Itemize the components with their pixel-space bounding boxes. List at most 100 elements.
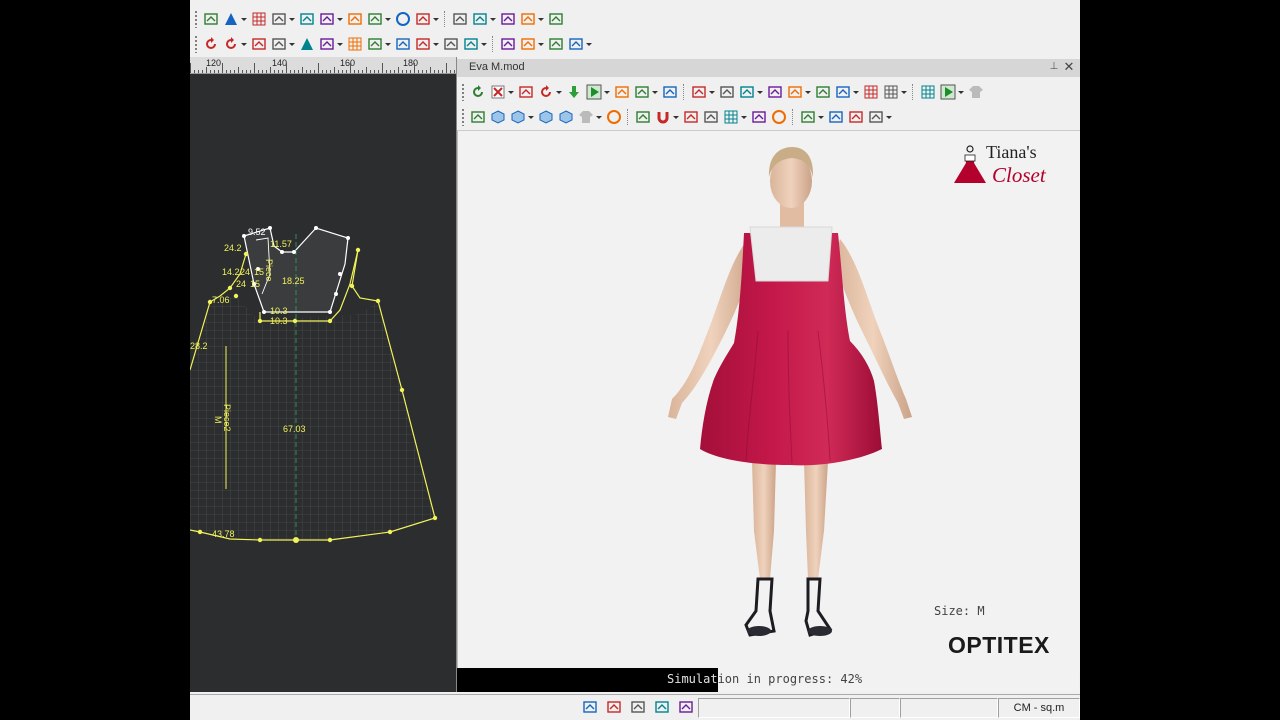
dart-icon[interactable]	[318, 10, 336, 28]
fabric-icon[interactable]	[766, 83, 784, 101]
dropdown-arrow-icon[interactable]	[604, 83, 609, 101]
dropdown-arrow-icon[interactable]	[538, 10, 543, 28]
measure-icon[interactable]	[451, 10, 469, 28]
rotate-icon[interactable]	[222, 35, 240, 53]
dropdown-arrow-icon[interactable]	[385, 10, 390, 28]
button-icon[interactable]	[499, 10, 517, 28]
dropdown-arrow-icon[interactable]	[508, 83, 513, 101]
dropdown-arrow-icon[interactable]	[556, 83, 561, 101]
layout-icon[interactable]	[613, 83, 631, 101]
layer-icon[interactable]	[634, 108, 652, 126]
dropdown-arrow-icon[interactable]	[652, 83, 657, 101]
dropdown-arrow-icon[interactable]	[241, 10, 246, 28]
check-icon[interactable]	[827, 108, 845, 126]
sphere-icon[interactable]	[770, 108, 788, 126]
dropdown-arrow-icon[interactable]	[741, 108, 746, 126]
dropdown-arrow-icon[interactable]	[241, 35, 246, 53]
photo-icon[interactable]	[867, 108, 885, 126]
spread-icon[interactable]	[414, 35, 432, 53]
circle-icon[interactable]	[394, 10, 412, 28]
grid-icon[interactable]	[346, 35, 364, 53]
needle-icon[interactable]	[702, 108, 720, 126]
dropdown-arrow-icon[interactable]	[586, 35, 591, 53]
dropdown-arrow-icon[interactable]	[289, 10, 294, 28]
scissors-icon[interactable]	[547, 35, 565, 53]
dropdown-arrow-icon[interactable]	[289, 35, 294, 53]
fold-icon[interactable]	[366, 10, 384, 28]
pin-icon[interactable]: ⊥	[1048, 61, 1060, 75]
tape-icon[interactable]	[298, 10, 316, 28]
axis-icon[interactable]	[690, 83, 708, 101]
texture-icon[interactable]	[661, 83, 679, 101]
refresh-icon[interactable]	[202, 35, 220, 53]
tile-icon[interactable]	[919, 83, 937, 101]
cube-side-icon[interactable]	[557, 108, 575, 126]
notch-icon[interactable]	[519, 10, 537, 28]
grid-view-icon[interactable]	[882, 83, 900, 101]
play-icon[interactable]	[585, 83, 603, 101]
close-icon[interactable]: ✕	[1062, 60, 1076, 74]
toolbar-grip[interactable]	[194, 10, 198, 28]
globe-icon[interactable]	[605, 108, 623, 126]
3d-view[interactable]: Tiana's Closet Size: M OPTITEX	[457, 130, 1080, 669]
crop-icon[interactable]	[603, 698, 625, 716]
curve-icon[interactable]	[250, 35, 268, 53]
piece-cycle-icon[interactable]	[318, 35, 336, 53]
dropdown-arrow-icon[interactable]	[481, 35, 486, 53]
dropdown-arrow-icon[interactable]	[709, 83, 714, 101]
flag-icon[interactable]	[567, 35, 585, 53]
table-icon[interactable]	[862, 83, 880, 101]
pose-icon[interactable]	[517, 83, 535, 101]
cut-icon[interactable]	[462, 35, 480, 53]
pattern-drawing[interactable]: 9.52 11.57 24.2 14.2 24 15 24 15 18.25 7…	[190, 74, 456, 692]
dropdown-arrow-icon[interactable]	[490, 10, 495, 28]
mountain-icon[interactable]	[298, 35, 316, 53]
dropdown-arrow-icon[interactable]	[958, 83, 963, 101]
avatar-model[interactable]	[458, 131, 1080, 669]
measure-3d-icon[interactable]	[750, 108, 768, 126]
dropdown-arrow-icon[interactable]	[901, 83, 906, 101]
sync-icon[interactable]	[537, 83, 555, 101]
sew-icon[interactable]	[651, 698, 673, 716]
dropdown-arrow-icon[interactable]	[818, 108, 823, 126]
pleat-icon[interactable]	[471, 10, 489, 28]
pattern-canvas[interactable]: 9.52 11.57 24.2 14.2 24 15 24 15 18.25 7…	[190, 74, 456, 692]
toolbar-grip[interactable]	[461, 108, 465, 126]
magnet-icon[interactable]	[654, 108, 672, 126]
box-icon[interactable]	[489, 108, 507, 126]
avatar-icon[interactable]	[834, 83, 852, 101]
dropdown-arrow-icon[interactable]	[433, 10, 438, 28]
shirt-icon[interactable]	[967, 83, 985, 101]
dropdown-arrow-icon[interactable]	[757, 83, 762, 101]
trace-icon[interactable]	[270, 10, 288, 28]
dress-yoke[interactable]	[749, 226, 833, 282]
zigzag-icon[interactable]	[366, 35, 384, 53]
recycle-icon[interactable]	[469, 83, 487, 101]
mirror-icon[interactable]	[346, 10, 364, 28]
dropdown-arrow-icon[interactable]	[886, 108, 891, 126]
dropdown-arrow-icon[interactable]	[385, 35, 390, 53]
down-arrow-icon[interactable]	[565, 83, 583, 101]
dropdown-arrow-icon[interactable]	[673, 108, 678, 126]
dots-icon[interactable]	[627, 698, 649, 716]
dropdown-arrow-icon[interactable]	[337, 10, 342, 28]
pattern-icon[interactable]	[579, 698, 601, 716]
dropdown-arrow-icon[interactable]	[528, 108, 533, 126]
copy-icon[interactable]	[394, 35, 412, 53]
fit-icon[interactable]	[633, 83, 651, 101]
mesh-icon[interactable]	[722, 108, 740, 126]
dropdown-arrow-icon[interactable]	[596, 108, 601, 126]
dropdown-arrow-icon[interactable]	[805, 83, 810, 101]
gather-icon[interactable]	[519, 35, 537, 53]
select-icon[interactable]	[469, 108, 487, 126]
delete-icon[interactable]	[489, 83, 507, 101]
landscape-icon[interactable]	[847, 108, 865, 126]
pin-tool-icon[interactable]	[682, 108, 700, 126]
line-tool-icon[interactable]	[499, 35, 517, 53]
screen-icon[interactable]	[786, 83, 804, 101]
grid-points-icon[interactable]	[250, 10, 268, 28]
display-icon[interactable]	[939, 83, 957, 101]
dropdown-arrow-icon[interactable]	[538, 35, 543, 53]
shirt-sim-icon[interactable]	[577, 108, 595, 126]
cube-front-icon[interactable]	[537, 108, 555, 126]
